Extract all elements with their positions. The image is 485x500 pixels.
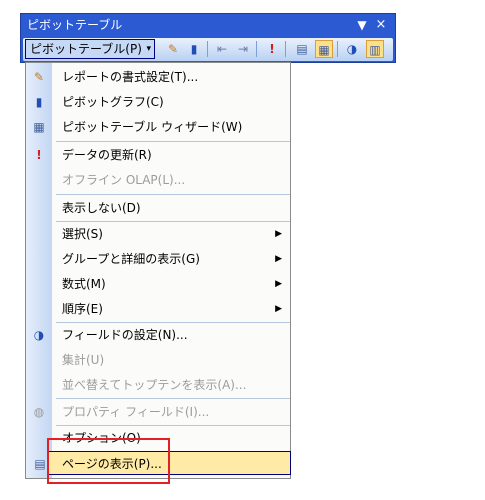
menu-item-label: ピボットテーブル ウィザード(W) <box>62 120 243 134</box>
submenu-arrow-icon: ▶ <box>275 304 282 314</box>
toolbar-title: ピボットテーブル <box>27 18 123 32</box>
format-report-icon[interactable]: ✎ <box>164 40 182 58</box>
menu-item-sort-and-top-10: 並べ替えてトップテンを表示(A)... <box>26 373 290 397</box>
toolbar-separator <box>256 41 257 57</box>
chart-icon: ▮ <box>35 95 43 109</box>
chevron-down-icon: ▾ <box>146 44 151 54</box>
menu-item-hide[interactable]: 表示しない(D) <box>26 196 290 220</box>
menu-item-label: レポートの書式設定(T)... <box>62 70 199 84</box>
menu-item-order[interactable]: 順序(E) ▶ <box>26 297 290 321</box>
menu-item-label: 選択(S) <box>62 227 103 241</box>
show-detail-icon[interactable]: ⇥ <box>234 40 252 58</box>
toolbar-separator <box>207 41 208 57</box>
toolbar-button-row: ピボットテーブル(P) ▾ ✎ ▮ ⇤ ⇥ ! ▤ ▦ ◑ ▥ <box>23 38 393 61</box>
close-icon[interactable]: × <box>374 14 388 36</box>
submenu-arrow-icon: ▶ <box>275 279 282 289</box>
field-list-icon[interactable]: ▤ <box>293 40 311 58</box>
menu-separator <box>56 141 290 142</box>
refresh-icon: ! <box>36 148 42 162</box>
pivottable-menu-button[interactable]: ピボットテーブル(P) ▾ <box>25 39 155 59</box>
menu-item-label: 並べ替えてトップテンを表示(A)... <box>62 378 247 392</box>
hide-detail-icon[interactable]: ⇤ <box>213 40 231 58</box>
always-display-items-icon[interactable]: ▦ <box>315 40 333 58</box>
menu-item-label: 表示しない(D) <box>62 201 141 215</box>
menu-item-label: 集計(U) <box>62 353 105 367</box>
toolbar-options-chevron-icon[interactable]: ▼ <box>355 14 369 36</box>
menu-item-formulas[interactable]: 数式(M) ▶ <box>26 272 290 296</box>
field-settings-icon: ◑ <box>33 328 45 342</box>
menu-item-label: グループと詳細の表示(G) <box>62 252 200 266</box>
menu-item-select[interactable]: 選択(S) ▶ <box>26 222 290 246</box>
toolbar-separator <box>285 41 286 57</box>
menu-item-label: ピボットグラフ(C) <box>62 95 164 109</box>
menu-item-subtotals: 集計(U) <box>26 348 290 372</box>
menu-item-format-report[interactable]: ✎ レポートの書式設定(T)... <box>26 65 290 89</box>
wizard-icon: ▦ <box>33 120 45 134</box>
toolbar-titlebar[interactable]: ピボットテーブル ▼ × <box>21 14 395 36</box>
toolbar-separator <box>337 41 338 57</box>
menu-item-pivotchart[interactable]: ▮ ピボットグラフ(C) <box>26 90 290 114</box>
menu-item-label: オフライン OLAP(L)... <box>62 173 186 187</box>
format-report-icon: ✎ <box>33 70 45 84</box>
menu-item-property-fields: ◍ プロパティ フィールド(I)... <box>26 400 290 424</box>
chart-icon[interactable]: ▮ <box>185 40 203 58</box>
menu-item-label: プロパティ フィールド(I)... <box>62 405 210 419</box>
show-field-list-icon[interactable]: ▥ <box>366 40 384 58</box>
pivottable-dropdown-menu: ✎ レポートの書式設定(T)... ▮ ピボットグラフ(C) ▦ ピボットテーブ… <box>25 62 291 479</box>
submenu-arrow-icon: ▶ <box>275 229 282 239</box>
pivottable-toolbar-window: ピボットテーブル ▼ × ピボットテーブル(P) ▾ ✎ ▮ ⇤ ⇥ ! ▤ ▦… <box>20 13 396 63</box>
show-pages-icon: ▤ <box>34 457 46 471</box>
field-settings-icon[interactable]: ◑ <box>343 40 361 58</box>
menu-item-label: 順序(E) <box>62 302 103 316</box>
menu-item-label: フィールドの設定(N)... <box>62 328 188 342</box>
annotation-highlight-box <box>47 438 170 484</box>
menu-item-label: 数式(M) <box>62 277 106 291</box>
menu-item-refresh-data[interactable]: ! データの更新(R) <box>26 143 290 167</box>
menu-separator <box>56 398 290 399</box>
menu-item-offline-olap: オフライン OLAP(L)... <box>26 168 290 192</box>
menu-item-pivottable-wizard[interactable]: ▦ ピボットテーブル ウィザード(W) <box>26 115 290 139</box>
menu-item-label: データの更新(R) <box>62 148 152 162</box>
pivottable-menu-label: ピボットテーブル(P) <box>30 42 142 56</box>
submenu-arrow-icon: ▶ <box>275 254 282 264</box>
property-fields-icon: ◍ <box>33 405 45 419</box>
menu-item-group-and-show-detail[interactable]: グループと詳細の表示(G) ▶ <box>26 247 290 271</box>
menu-item-field-settings[interactable]: ◑ フィールドの設定(N)... <box>26 323 290 347</box>
menu-separator <box>56 194 290 195</box>
refresh-icon[interactable]: ! <box>263 40 281 58</box>
